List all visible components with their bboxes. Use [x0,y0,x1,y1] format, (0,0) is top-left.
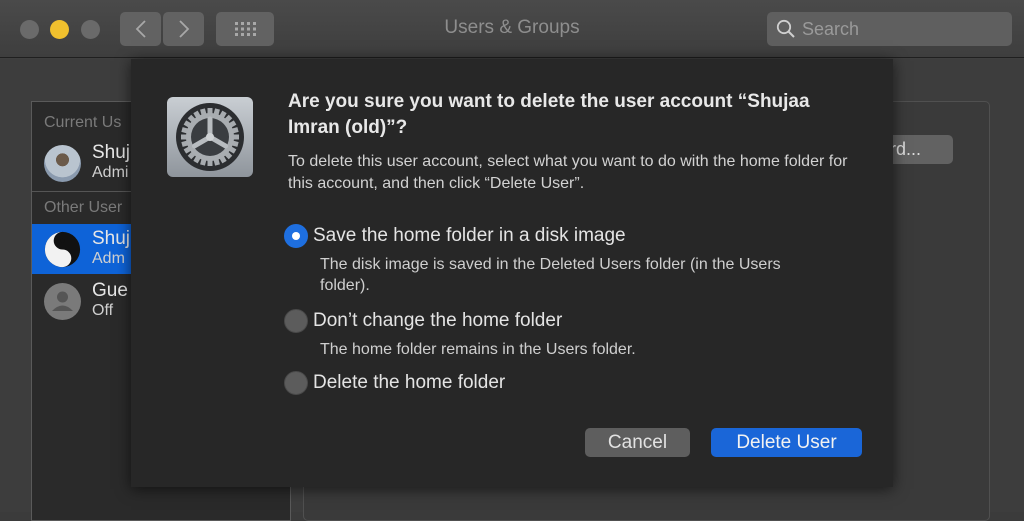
yin-yang-avatar [44,231,81,268]
current-user-header: Current Us [44,114,122,131]
option-label: Don’t change the home folder [313,310,563,331]
user-role: Off [92,302,114,319]
guest-avatar [44,283,81,320]
option-label: Delete the home folder [313,372,506,393]
radio-option-delete-folder[interactable]: Delete the home folder [284,371,505,395]
radio-button[interactable] [284,371,308,395]
delete-user-dialog: Are you sure you want to delete the user… [131,59,893,487]
user-name: Gue [92,280,128,301]
radio-button[interactable] [284,309,308,333]
radio-option-dont-change[interactable]: Don’t change the home folder [284,309,562,333]
radio-button-checked[interactable] [284,224,308,248]
gear-icon [176,103,244,171]
yin-yang-icon [44,231,81,268]
option-detail: The home folder remains in the Users fol… [320,341,636,358]
user-name: Shuj [92,142,131,163]
search-icon [776,19,795,38]
show-all-button[interactable] [216,12,274,46]
cancel-button[interactable]: Cancel [585,428,690,457]
forward-button[interactable] [163,12,204,46]
search-input[interactable] [802,18,1002,40]
option-label: Save the home folder in a disk image [313,225,626,246]
dialog-description: To delete this user account, select what… [288,153,848,192]
user-photo-avatar [44,145,81,182]
title-bar: Users & Groups [0,0,1024,58]
search-field[interactable] [767,12,1012,46]
chevron-right-icon [178,20,189,38]
users-groups-window: Users & Groups Current Us Shuj Admi Othe… [0,0,1024,521]
user-role: Adm [92,250,125,267]
radio-option-save-disk-image[interactable]: Save the home folder in a disk image [284,224,626,248]
minimize-window-button[interactable] [50,20,69,39]
user-name: Shuj [92,228,131,249]
other-users-header: Other User [44,199,123,216]
grid-icon [235,22,256,36]
chevron-left-icon [135,20,146,38]
person-icon [52,291,73,311]
window-title: Users & Groups [444,17,580,38]
dialog-heading: Are you sure you want to delete the user… [288,91,810,138]
back-button[interactable] [120,12,161,46]
option-detail: The disk image is saved in the Deleted U… [320,256,781,294]
delete-user-button[interactable]: Delete User [711,428,862,457]
system-preferences-icon [167,97,253,177]
close-window-button[interactable] [20,20,39,39]
zoom-window-button[interactable] [81,20,100,39]
user-role: Admi [92,164,129,181]
